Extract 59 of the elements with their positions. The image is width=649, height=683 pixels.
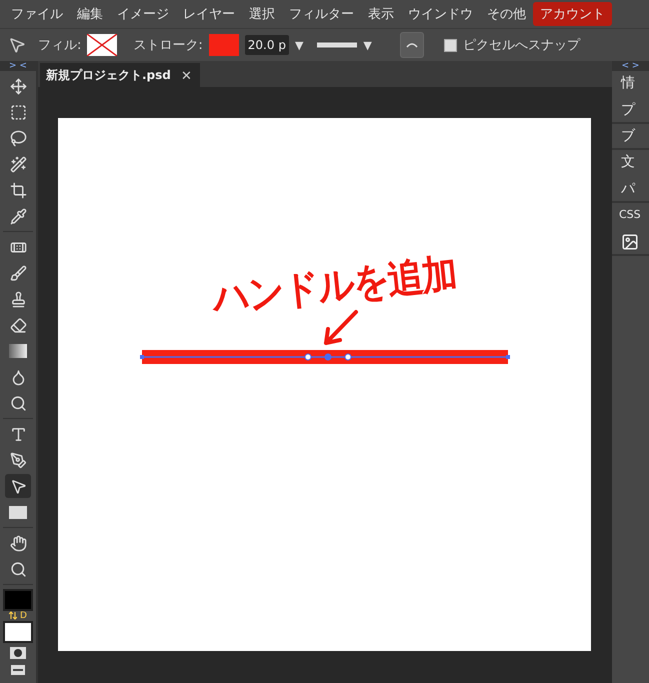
- lasso-icon: [10, 130, 26, 146]
- menu-item[interactable]: フィルター: [282, 2, 361, 26]
- menu-item[interactable]: レイヤー: [176, 2, 242, 26]
- stroke-label: ストローク:: [133, 37, 203, 54]
- mask-icon[interactable]: [10, 647, 26, 659]
- foreground-swatch[interactable]: [3, 589, 33, 611]
- dropdown-arrow[interactable]: ▼: [363, 38, 372, 52]
- panel-button[interactable]: CSS: [619, 206, 641, 224]
- collapse-toggle[interactable]: > <: [0, 61, 36, 71]
- text-icon: [10, 426, 26, 442]
- crop-icon: [10, 182, 26, 198]
- fill-swatch[interactable]: [87, 34, 118, 56]
- menu-item[interactable]: 編集: [70, 2, 110, 26]
- pointer-icon: [8, 36, 26, 54]
- snap-label: ピクセルへスナップ: [462, 37, 580, 54]
- menu-item[interactable]: その他: [480, 2, 533, 26]
- zoom-icon: [10, 560, 26, 578]
- gradient-icon: [9, 344, 27, 358]
- screen-mode-icon[interactable]: [11, 665, 25, 675]
- handwritten-note: ハンドルを追加: [210, 249, 459, 324]
- tool-button[interactable]: [5, 474, 31, 498]
- line-style-icon: [317, 42, 358, 48]
- dodge-icon: [10, 394, 26, 412]
- wand-icon: [10, 156, 26, 172]
- collapse-toggle[interactable]: < >: [612, 61, 649, 71]
- panel-button[interactable]: ブ: [621, 127, 635, 145]
- brush-icon: [10, 264, 26, 282]
- curve-icon: [406, 42, 418, 48]
- default-colors-button[interactable]: D: [20, 611, 27, 621]
- menu-item[interactable]: ウインドウ: [401, 2, 480, 26]
- pen-icon: [10, 452, 26, 468]
- menu-item[interactable]: イメージ: [110, 2, 176, 26]
- document-tab[interactable]: 新規プロジェクト.psd ✕: [40, 63, 200, 87]
- panel-button[interactable]: プ: [621, 101, 635, 119]
- stamp-icon: [10, 290, 26, 308]
- marquee-icon: [10, 104, 26, 120]
- image-icon[interactable]: [621, 233, 639, 251]
- dropdown-arrow[interactable]: ▼: [294, 38, 304, 52]
- fill-label: フィル:: [38, 37, 82, 54]
- stroke-swatch[interactable]: [208, 34, 239, 56]
- move-icon: [10, 78, 26, 94]
- eyedropper-icon: [10, 208, 26, 224]
- close-button[interactable]: ✕: [180, 68, 192, 82]
- background-swatch[interactable]: [3, 621, 33, 643]
- menu-item[interactable]: 選択: [242, 2, 282, 26]
- rectangle-icon: [9, 506, 27, 518]
- swap-icon[interactable]: [9, 611, 18, 620]
- menu-item[interactable]: アカウント: [533, 2, 612, 26]
- panel-button[interactable]: 文: [621, 153, 635, 171]
- curve-button[interactable]: [400, 32, 424, 58]
- pointer-icon: [10, 478, 26, 494]
- panel-button[interactable]: 情: [621, 74, 635, 92]
- hand-icon: [10, 534, 26, 552]
- panel-button[interactable]: パ: [621, 180, 635, 198]
- eraser-icon: [10, 316, 26, 334]
- menu-item[interactable]: ファイル: [4, 2, 70, 26]
- menu-item[interactable]: 表示: [361, 2, 401, 26]
- stroke-width-field[interactable]: 20.0 p: [244, 35, 289, 55]
- snap-checkbox[interactable]: [444, 38, 457, 52]
